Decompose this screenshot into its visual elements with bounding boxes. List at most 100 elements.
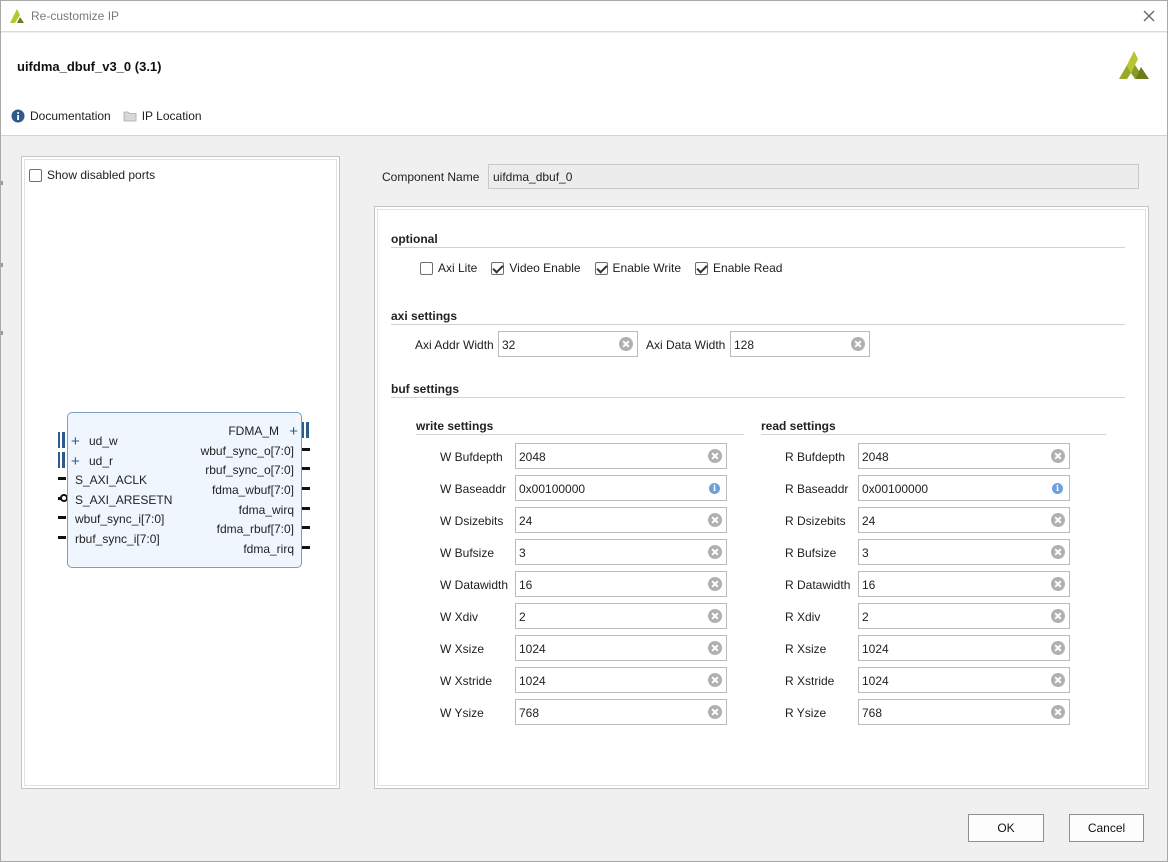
clear-icon[interactable] xyxy=(1051,673,1065,687)
documentation-label: Documentation xyxy=(30,109,111,123)
axi-data-width-input[interactable]: 128 xyxy=(730,331,870,357)
clear-icon[interactable] xyxy=(1051,609,1065,623)
fdma-m-expand-icon[interactable]: + xyxy=(289,424,298,439)
axi-lite-checkbox[interactable] xyxy=(420,261,433,275)
write-field-input[interactable]: 1024 xyxy=(515,635,727,661)
enable-write-option[interactable]: Enable Write xyxy=(594,261,681,275)
read-field-value: 24 xyxy=(862,514,876,528)
write-field-label: W Bufdepth xyxy=(440,450,503,464)
write-field-input[interactable]: 16 xyxy=(515,571,727,597)
clear-icon[interactable] xyxy=(708,577,722,591)
enable-read-checkbox[interactable] xyxy=(695,261,709,275)
read-field-input[interactable]: 24 xyxy=(858,507,1070,533)
ip-header: uifdma_dbuf_v3_0 (3.1) Documentation IP xyxy=(1,33,1167,136)
axi-lite-option[interactable]: Axi Lite xyxy=(420,261,477,275)
read-field-label: R Ysize xyxy=(785,706,827,720)
show-disabled-ports-checkbox[interactable] xyxy=(29,168,42,182)
write-field-input[interactable]: 24 xyxy=(515,507,727,533)
write-field-value: 1024 xyxy=(519,674,546,688)
video-enable-checkbox[interactable] xyxy=(491,261,505,275)
write-field-input[interactable]: 1024 xyxy=(515,667,727,693)
vivado-logo-icon xyxy=(10,9,24,23)
folder-icon xyxy=(123,111,137,122)
read-field-label: R Xdiv xyxy=(785,610,821,624)
read-field-value: 1024 xyxy=(862,642,889,656)
clear-icon[interactable] xyxy=(1051,577,1065,591)
documentation-link[interactable]: Documentation xyxy=(11,109,111,123)
write-field-label: W Baseaddr xyxy=(440,482,507,496)
ip-location-label: IP Location xyxy=(141,109,202,123)
info-icon xyxy=(11,109,25,123)
enable-read-option[interactable]: Enable Read xyxy=(695,261,782,275)
wbuf-sync-o-wire xyxy=(302,448,310,451)
write-field-input[interactable]: 3 xyxy=(515,539,727,565)
read-field-value: 0x00100000 xyxy=(862,482,929,496)
clear-icon[interactable] xyxy=(1051,449,1065,463)
rbuf-sync-i-wire xyxy=(58,536,66,539)
port-rbuf-sync-i: rbuf_sync_i[7:0] xyxy=(75,532,160,546)
read-field-label: R Xstride xyxy=(785,674,835,688)
write-field-label: W Dsizebits xyxy=(440,514,504,528)
read-field-value: 768 xyxy=(862,706,883,720)
write-field-value: 768 xyxy=(519,706,540,720)
clear-icon[interactable] xyxy=(708,673,722,687)
read-field-input[interactable]: 16 xyxy=(858,571,1070,597)
fdma-rirq-wire xyxy=(302,546,310,549)
read-field-input[interactable]: 1024 xyxy=(858,667,1070,693)
ud-w-expand-icon[interactable]: + xyxy=(71,434,80,449)
clear-icon[interactable] xyxy=(1051,641,1065,655)
read-settings-title: read settings xyxy=(761,419,836,433)
enable-write-checkbox[interactable] xyxy=(594,261,608,275)
ok-button[interactable]: OK xyxy=(968,814,1044,842)
read-field-input[interactable]: 2 xyxy=(858,603,1070,629)
read-field-input[interactable]: 768 xyxy=(858,699,1070,725)
clear-icon[interactable] xyxy=(851,337,865,351)
port-fdma-wbuf: fdma_wbuf[7:0] xyxy=(211,483,294,497)
clear-icon[interactable] xyxy=(708,705,722,719)
header-links: Documentation IP Location xyxy=(11,109,214,123)
write-field-label: W Bufsize xyxy=(440,546,495,560)
component-name-field[interactable]: uifdma_dbuf_0 xyxy=(488,164,1139,189)
axi-addr-width-input[interactable]: 32 xyxy=(498,331,638,357)
video-enable-option[interactable]: Video Enable xyxy=(491,261,581,275)
clear-icon[interactable] xyxy=(708,449,722,463)
read-field-label: R Bufdepth xyxy=(785,450,846,464)
clear-icon[interactable] xyxy=(708,609,722,623)
read-field-input[interactable]: 1024 xyxy=(858,635,1070,661)
show-disabled-ports[interactable]: Show disabled ports xyxy=(29,168,155,182)
write-field-input[interactable]: 2 xyxy=(515,603,727,629)
read-field-value: 2048 xyxy=(862,450,889,464)
clear-icon[interactable] xyxy=(619,337,633,351)
clear-icon[interactable] xyxy=(1051,705,1065,719)
clear-icon[interactable] xyxy=(1051,513,1065,527)
fdma-rbuf-wire xyxy=(302,526,310,529)
clear-icon[interactable] xyxy=(708,513,722,527)
write-field-value: 16 xyxy=(519,578,533,592)
port-ud-r: ud_r xyxy=(89,454,114,468)
ip-block[interactable]: + ud_w + ud_r S_AXI_ACLK S_AXI_ARESETN w… xyxy=(67,412,302,568)
clear-icon[interactable] xyxy=(1051,545,1065,559)
port-fdma-rbuf: fdma_rbuf[7:0] xyxy=(216,522,294,536)
window-title: Re-customize IP xyxy=(31,9,120,23)
read-settings-divider xyxy=(761,434,1106,435)
write-field-input[interactable]: 2048 xyxy=(515,443,727,469)
read-field-input[interactable]: 2048 xyxy=(858,443,1070,469)
port-wbuf-sync-o: wbuf_sync_o[7:0] xyxy=(200,444,294,458)
info-icon[interactable]: i xyxy=(1052,483,1063,494)
read-field-input[interactable]: 0x00100000 i xyxy=(858,475,1070,501)
read-field-label: R Baseaddr xyxy=(785,482,849,496)
info-icon[interactable]: i xyxy=(709,483,720,494)
write-field-input[interactable]: 768 xyxy=(515,699,727,725)
ud-r-expand-icon[interactable]: + xyxy=(71,454,80,469)
clear-icon[interactable] xyxy=(708,545,722,559)
section-optional-title: optional xyxy=(391,232,438,246)
clear-icon[interactable] xyxy=(708,641,722,655)
close-icon[interactable] xyxy=(1139,6,1159,26)
write-field-input[interactable]: 0x00100000 i xyxy=(515,475,727,501)
enable-read-label: Enable Read xyxy=(713,261,783,275)
ip-location-link[interactable]: IP Location xyxy=(123,109,202,123)
read-field-input[interactable]: 3 xyxy=(858,539,1070,565)
ip-symbol-panel: Show disabled ports + ud_w + ud_r S_AXI_… xyxy=(21,156,340,789)
cancel-button[interactable]: Cancel xyxy=(1069,814,1144,842)
write-field-value: 2048 xyxy=(519,450,546,464)
